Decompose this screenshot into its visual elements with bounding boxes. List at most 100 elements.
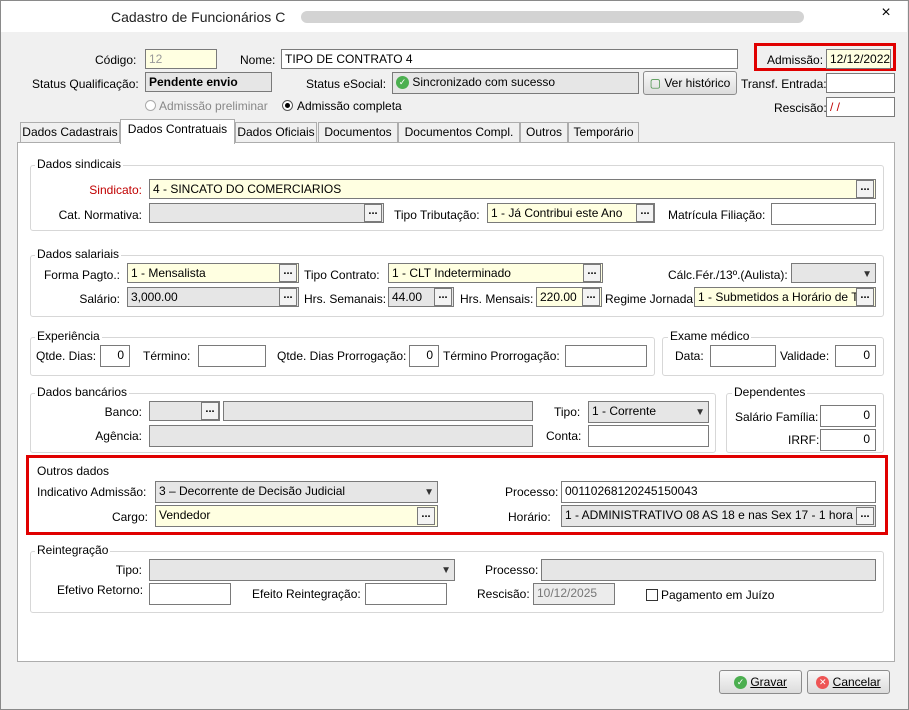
codigo-input[interactable]: 12 (145, 49, 217, 69)
group-title-bancarios: Dados bancários (35, 385, 130, 399)
forma-pagto-input[interactable]: 1 - Mensalista (127, 263, 299, 283)
tab-temporario[interactable]: Temporário (568, 122, 639, 142)
cat-normativa-input[interactable] (149, 203, 384, 223)
qtde-dias-prorrogacao-input[interactable]: 0 (409, 345, 439, 367)
cargo-lookup-button[interactable]: ... (417, 507, 435, 525)
chevron-down-icon: ▼ (862, 269, 872, 280)
tab-documentos[interactable]: Documentos (318, 122, 398, 142)
qtde-dias-prorrogacao-label: Qtde. Dias Prorrogação: (277, 349, 407, 363)
tab-dados-oficiais[interactable]: Dados Oficiais (235, 122, 317, 142)
codigo-label: Código: (95, 53, 137, 67)
tab-outros[interactable]: Outros (520, 122, 568, 142)
nome-label: Nome: (240, 53, 276, 67)
salario-familia-input[interactable]: 0 (820, 405, 876, 427)
cancelar-button[interactable]: ✕ Cancelar (807, 670, 890, 694)
tipo-contrato-lookup-button[interactable]: ... (583, 264, 601, 282)
tipo-tributacao-input[interactable]: 1 - Já Contribui este Ano (487, 203, 655, 223)
chevron-down-icon: ▼ (424, 487, 434, 498)
hrs-mensais-lookup-button[interactable]: ... (582, 288, 600, 306)
radio-admissao-preliminar[interactable] (145, 100, 156, 111)
exame-validade-input[interactable]: 0 (835, 345, 876, 367)
forma-pagto-lookup-button[interactable]: ... (279, 264, 297, 282)
horario-lookup-button[interactable]: ... (856, 507, 874, 525)
qtde-dias-input[interactable]: 0 (100, 345, 130, 367)
banco-label: Banco: (104, 405, 142, 419)
horario-label: Horário: (508, 510, 551, 524)
chevron-down-icon: ▼ (695, 407, 705, 418)
indicativo-admissao-select[interactable]: 3 – Decorrente de Decisão Judicial ▼ (155, 481, 438, 503)
sindicato-lookup-button[interactable]: ... (856, 180, 874, 198)
ver-historico-button[interactable]: ▢ Ver histórico (643, 71, 737, 95)
salario-input[interactable]: 3,000.00 (127, 287, 299, 307)
banco-lookup-button[interactable]: ... (201, 402, 219, 420)
tab-dados-cadastrais[interactable]: Dados Cadastrais (20, 122, 120, 142)
processo-label: Processo: (505, 485, 559, 499)
forma-pagto-label: Forma Pagto.: (43, 268, 120, 282)
efeito-reintegracao-input[interactable] (365, 583, 447, 605)
cargo-input[interactable]: Vendedor (155, 505, 438, 527)
irrf-label: IRRF: (788, 433, 820, 447)
termino-input[interactable] (198, 345, 266, 367)
hrs-semanais-lookup-button[interactable]: ... (434, 288, 452, 306)
matricula-filiacao-input[interactable] (771, 203, 876, 225)
regime-jornada-lookup-button[interactable]: ... (856, 288, 874, 306)
calc-ferias-select[interactable]: ▼ (791, 263, 876, 283)
salario-lookup-button[interactable]: ... (279, 288, 297, 306)
admissao-input[interactable]: 12/12/2022 (826, 49, 891, 69)
tipo-tributacao-label: Tipo Tributação: (394, 208, 480, 222)
radio-admissao-completa-label: Admissão completa (297, 99, 402, 113)
tipo-contrato-label: Tipo Contrato: (304, 268, 380, 282)
check-icon: ✓ (396, 76, 409, 90)
gravar-button[interactable]: ✓ Gravar (719, 670, 802, 694)
status-qualificacao-value: Pendente envio (145, 72, 272, 92)
qtde-dias-label: Qtde. Dias: (36, 349, 97, 363)
exame-validade-label: Validade: (780, 349, 830, 363)
transf-entrada-input[interactable] (826, 73, 895, 93)
group-title-experiencia: Experiência (35, 329, 102, 343)
hrs-semanais-label: Hrs. Semanais: (304, 292, 387, 306)
reint-rescisao-label: Rescisão: (477, 587, 530, 601)
cargo-label: Cargo: (111, 510, 148, 524)
transf-entrada-label: Transf. Entrada: (741, 77, 827, 91)
pagamento-juizo-label: Pagamento em Juízo (661, 588, 775, 602)
irrf-input[interactable]: 0 (820, 429, 876, 451)
chevron-down-icon: ▼ (441, 565, 451, 576)
check-icon: ✓ (733, 676, 747, 690)
horario-input[interactable]: 1 - ADMINISTRATIVO 08 AS 18 e nas Sex 17… (561, 505, 876, 527)
reint-processo-input[interactable] (541, 559, 876, 581)
group-title-reintegracao: Reintegração (35, 543, 111, 557)
tipo-tributacao-lookup-button[interactable]: ... (636, 204, 654, 222)
radio-admissao-completa[interactable] (282, 100, 293, 111)
matricula-filiacao-label: Matrícula Filiação: (668, 208, 766, 222)
pagamento-juizo-checkbox[interactable] (646, 589, 658, 601)
termino-prorrogacao-input[interactable] (565, 345, 647, 367)
cancel-icon: ✕ (816, 676, 830, 690)
reint-rescisao-input[interactable]: 10/12/2025 (533, 583, 615, 605)
status-qualificacao-label: Status Qualificação: (32, 77, 139, 91)
close-icon[interactable]: × (866, 2, 906, 24)
group-title-dependentes: Dependentes (732, 385, 808, 399)
tipo-conta-select[interactable]: 1 - Corrente ▼ (588, 401, 709, 423)
sindicato-input[interactable]: 4 - SINCATO DO COMERCIARIOS (149, 179, 876, 199)
reint-tipo-select[interactable]: ▼ (149, 559, 455, 581)
admissao-label: Admissão: (767, 53, 824, 67)
radio-admissao-preliminar-label: Admissão preliminar (159, 99, 268, 113)
termino-prorrogacao-label: Término Prorrogação: (443, 349, 560, 363)
conta-input[interactable] (588, 425, 709, 447)
status-esocial-label: Status eSocial: (306, 77, 387, 91)
tab-dados-contratuais[interactable]: Dados Contratuais (120, 119, 235, 144)
reint-tipo-label: Tipo: (115, 563, 142, 577)
redacted-title-bar (301, 11, 804, 23)
tipo-contrato-input[interactable]: 1 - CLT Indeterminado (388, 263, 603, 283)
regime-jornada-input[interactable]: 1 - Submetidos a Horário de T (694, 287, 876, 307)
nome-input[interactable]: TIPO DE CONTRATO 4 (281, 49, 738, 69)
exame-data-input[interactable] (710, 345, 776, 367)
processo-input[interactable]: 00110268120245150043 (561, 481, 876, 503)
calc-ferias-label: Cálc.Fér./13º.(Aulista): (668, 268, 788, 282)
rescisao-input[interactable]: / / (826, 97, 895, 117)
tab-documentos-compl[interactable]: Documentos Compl. (398, 122, 520, 142)
regime-jornada-label: Regime Jornada: (605, 292, 697, 306)
cat-normativa-lookup-button[interactable]: ... (364, 204, 382, 222)
agencia-input[interactable] (149, 425, 533, 447)
efetivo-retorno-input[interactable] (149, 583, 231, 605)
